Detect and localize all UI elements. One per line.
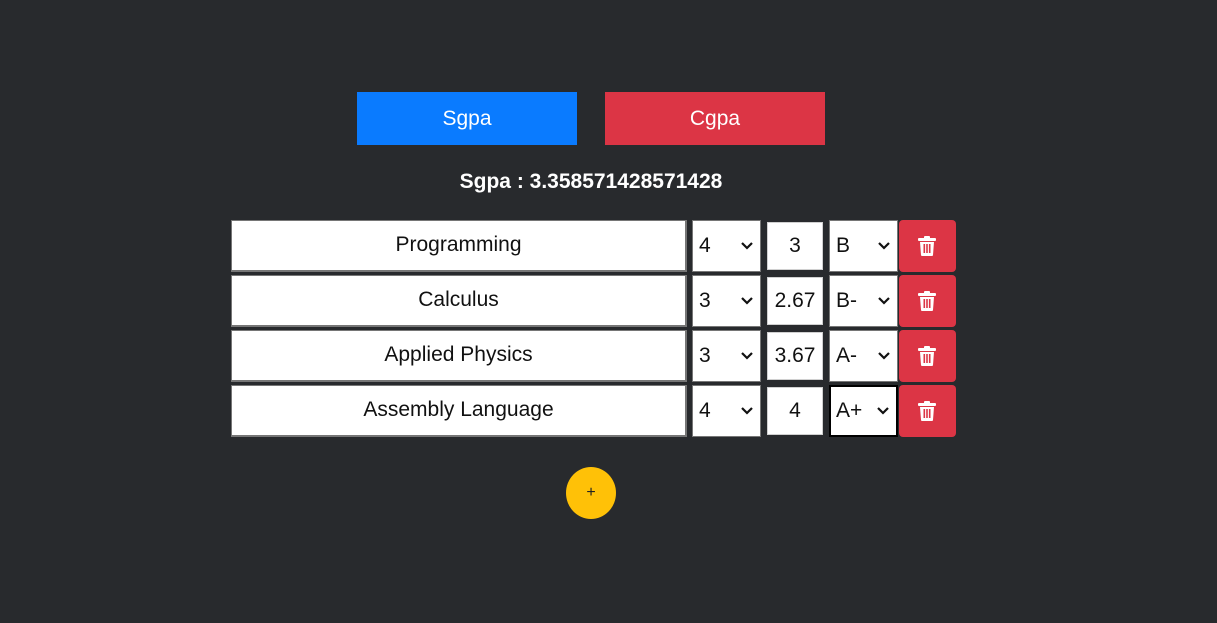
credits-value: 4 — [699, 234, 711, 257]
course-list: Programming 4 3 B Calculus 3 2.67 B- App… — [231, 220, 957, 440]
course-row: Programming 4 3 B — [231, 220, 957, 272]
sgpa-calculator-page: Sgpa Cgpa Sgpa : 3.358571428571428 Progr… — [0, 0, 1217, 623]
subject-input[interactable]: Programming — [231, 220, 687, 272]
trash-icon — [918, 346, 936, 366]
sgpa-result: Sgpa : 3.358571428571428 — [459, 170, 723, 193]
credits-select[interactable]: 4 — [692, 220, 761, 272]
grade-select[interactable]: B- — [829, 275, 898, 327]
chevron-down-icon — [741, 297, 753, 305]
delete-course-button[interactable] — [899, 385, 956, 437]
grade-value: A- — [836, 344, 857, 367]
credits-select[interactable]: 4 — [692, 385, 761, 437]
trash-icon — [918, 236, 936, 256]
credits-value: 4 — [699, 399, 711, 422]
delete-course-button[interactable] — [899, 330, 956, 382]
chevron-down-icon — [878, 352, 890, 360]
chevron-down-icon — [878, 242, 890, 250]
credits-value: 3 — [699, 289, 711, 312]
delete-course-button[interactable] — [899, 275, 956, 327]
trash-icon — [918, 401, 936, 421]
subject-input[interactable]: Assembly Language — [231, 385, 687, 437]
chevron-down-icon — [877, 407, 889, 415]
credits-select[interactable]: 3 — [692, 275, 761, 327]
course-row: Assembly Language 4 4 A+ — [231, 385, 957, 437]
grade-points: 3 — [767, 222, 823, 270]
grade-points: 2.67 — [767, 277, 823, 325]
chevron-down-icon — [878, 297, 890, 305]
subject-input[interactable]: Applied Physics — [231, 330, 687, 382]
trash-icon — [918, 291, 936, 311]
grade-value: A+ — [836, 399, 863, 422]
grade-value: B — [836, 234, 851, 257]
grade-points: 3.67 — [767, 332, 823, 380]
grade-select[interactable]: A+ — [829, 385, 898, 437]
course-row: Applied Physics 3 3.67 A- — [231, 330, 957, 382]
credits-select[interactable]: 3 — [692, 330, 761, 382]
grade-select[interactable]: B — [829, 220, 898, 272]
subject-input[interactable]: Calculus — [231, 275, 687, 327]
grade-points: 4 — [767, 387, 823, 435]
cgpa-tab-button[interactable]: Cgpa — [605, 92, 825, 145]
course-row: Calculus 3 2.67 B- — [231, 275, 957, 327]
grade-select[interactable]: A- — [829, 330, 898, 382]
mode-tabs: Sgpa Cgpa — [357, 92, 825, 145]
chevron-down-icon — [741, 242, 753, 250]
add-course-button[interactable]: + — [566, 467, 616, 519]
delete-course-button[interactable] — [899, 220, 956, 272]
grade-value: B- — [836, 289, 857, 312]
sgpa-tab-button[interactable]: Sgpa — [357, 92, 577, 145]
chevron-down-icon — [741, 352, 753, 360]
credits-value: 3 — [699, 344, 711, 367]
chevron-down-icon — [741, 407, 753, 415]
